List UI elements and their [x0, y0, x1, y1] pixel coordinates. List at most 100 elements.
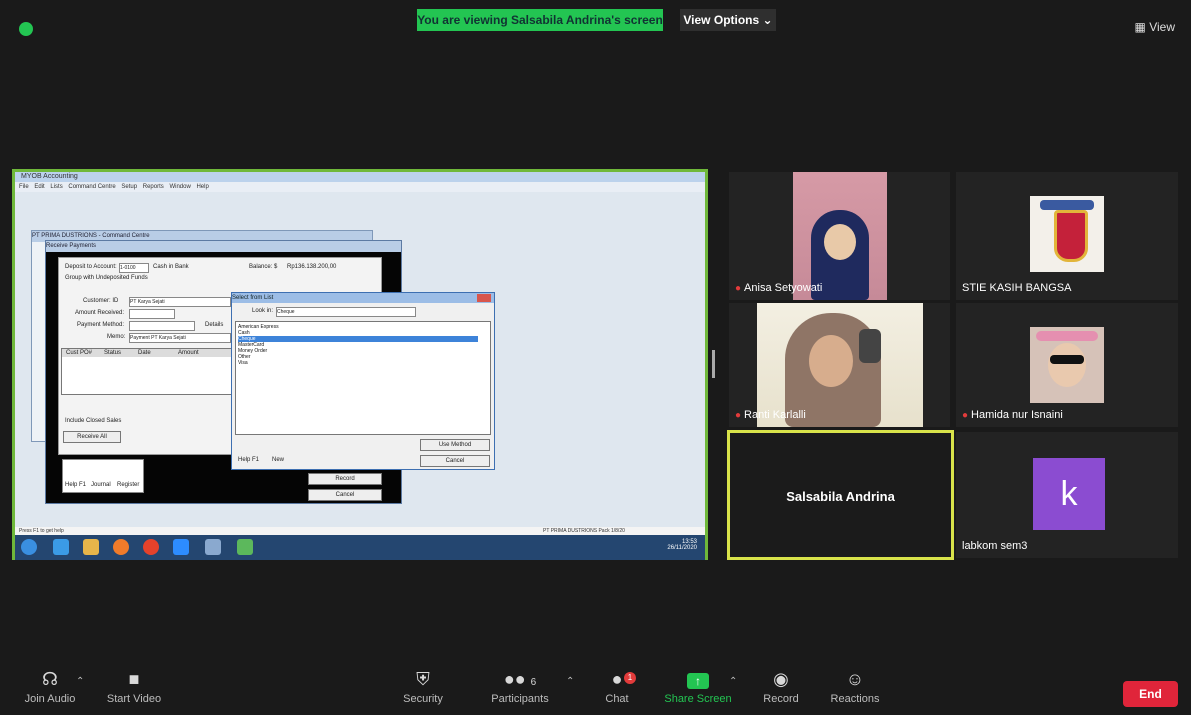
menu-setup[interactable]: Setup [121, 184, 137, 190]
details-button[interactable]: Details [205, 322, 223, 328]
include-closed-checkbox[interactable]: Include Closed Sales [65, 418, 121, 424]
participants-count: 6 [530, 677, 537, 688]
record-button[interactable]: Record [308, 473, 382, 485]
folder-icon[interactable] [83, 539, 99, 555]
app-title: MYOB Accounting [21, 173, 78, 180]
myob-icon[interactable] [205, 539, 221, 555]
amount-field[interactable] [129, 309, 175, 319]
customer-label: Customer: ID [83, 298, 119, 304]
undeposited-checkbox-label[interactable]: Group with Undeposited Funds [65, 275, 148, 281]
chat-button[interactable]: ● Chat [575, 668, 659, 705]
zoom-icon[interactable] [173, 539, 189, 555]
dialog-cancel-button[interactable]: Cancel [420, 455, 490, 467]
look-in-field[interactable]: Cheque [276, 307, 416, 317]
memo-label: Memo: [107, 334, 126, 340]
grid-col-status: Status [104, 350, 122, 356]
view-label: View [1149, 20, 1175, 34]
participant-video [793, 172, 887, 300]
select-from-list-dialog[interactable]: Select from List Look in: Cheque America… [231, 292, 495, 470]
shared-screen[interactable]: MYOB Accounting File Edit Lists Command … [12, 169, 708, 560]
video-tile-anisa[interactable]: ● Anisa Setyowati [729, 172, 950, 300]
mic-muted-icon: ● [735, 410, 742, 421]
participant-name: Salsabila Andrina [786, 489, 895, 504]
memo-field[interactable]: Payment PT Karya Sejati [129, 333, 231, 343]
start-video-button[interactable]: ■ Start Video [92, 668, 176, 705]
payment-method-list[interactable]: American Express Cash Cheque MasterCard … [235, 321, 491, 435]
menu-edit[interactable]: Edit [34, 184, 44, 190]
receive-toolbar: Help F1 Journal Register [62, 459, 144, 493]
deposit-account-name: Cash in Bank [153, 264, 189, 270]
participants-label: Participants [491, 693, 549, 705]
meeting-toolbar: ☊ Join Audio ⌃ ■ Start Video ⛨ Security … [0, 660, 1191, 715]
media-player-icon[interactable] [113, 539, 129, 555]
view-toggle-button[interactable]: ▦ View [1135, 20, 1175, 34]
close-icon[interactable] [477, 294, 491, 302]
video-tile-salsabila-active[interactable]: Salsabila Andrina [727, 430, 954, 560]
deposit-account-field[interactable]: 1-0100 [119, 263, 149, 273]
chat-unread-badge: 1 [624, 672, 636, 684]
menu-file[interactable]: File [19, 184, 29, 190]
menu-window[interactable]: Window [169, 184, 190, 190]
receive-all-button[interactable]: Receive All [63, 431, 121, 443]
menu-command-centre[interactable]: Command Centre [68, 184, 115, 190]
participant-name: ● Anisa Setyowati [735, 282, 823, 294]
participant-name: ● Ranti Karlalli [735, 409, 806, 421]
participant-name: STIE KASIH BANGSA [962, 282, 1072, 294]
payment-method-field[interactable] [129, 321, 195, 331]
security-button[interactable]: ⛨ Security [381, 668, 465, 705]
smiley-add-icon: ☺ [845, 669, 865, 689]
dialog-new-button[interactable]: New [272, 457, 284, 463]
view-options-button[interactable]: View Options ⌄ [680, 9, 776, 31]
customer-field[interactable]: PT Karya Sejati [129, 297, 231, 307]
grid-col-date: Date [138, 350, 151, 356]
grid-col-cust-po: Cust PO# [66, 350, 93, 356]
grid-icon: ▦ [1134, 20, 1146, 34]
share-screen-button[interactable]: ↑ Share Screen [656, 668, 740, 705]
app-icon[interactable] [237, 539, 253, 555]
participants-caret-icon[interactable]: ⌃ [566, 676, 574, 687]
participant-name: ● Hamida nur Isnaini [962, 409, 1063, 421]
audio-options-caret-icon[interactable]: ⌃ [76, 676, 84, 687]
start-icon[interactable] [21, 539, 37, 555]
participant-name: labkom sem3 [962, 540, 1028, 552]
school-logo [1030, 196, 1104, 272]
video-tile-hamida[interactable]: ● Hamida nur Isnaini [956, 303, 1178, 427]
security-label: Security [403, 693, 443, 705]
chat-bubble-icon: ● [611, 669, 623, 689]
reactions-button[interactable]: ☺ Reactions [813, 668, 897, 705]
share-screen-icon: ↑ [687, 673, 709, 689]
journal-button[interactable]: Journal [91, 482, 111, 488]
video-tile-stie[interactable]: STIE KASIH BANGSA [956, 172, 1178, 300]
payment-method-label: Payment Method: [77, 322, 125, 328]
menu-lists[interactable]: Lists [50, 184, 62, 190]
app-title-bar: MYOB Accounting [15, 172, 705, 182]
menu-reports[interactable]: Reports [143, 184, 164, 190]
encryption-shield-icon[interactable] [19, 22, 33, 36]
menu-help[interactable]: Help [196, 184, 208, 190]
end-meeting-button[interactable]: End [1123, 681, 1178, 707]
record-button[interactable]: ◉ Record [739, 668, 823, 705]
start-video-label: Start Video [106, 693, 162, 705]
join-audio-label: Join Audio [24, 693, 76, 705]
list-item[interactable]: Visa [238, 360, 478, 366]
register-button[interactable]: Register [117, 482, 139, 488]
mic-muted-icon: ● [735, 283, 742, 294]
dialog-help-button[interactable]: Help F1 [238, 457, 259, 463]
use-method-button[interactable]: Use Method [420, 439, 490, 451]
help-button[interactable]: Help F1 [65, 482, 86, 488]
amount-label: Amount Received: [75, 310, 125, 316]
status-left: Press F1 to get help [19, 528, 64, 534]
share-caret-icon[interactable]: ⌃ [729, 676, 737, 687]
firefox-icon[interactable] [143, 539, 159, 555]
look-in-label: Look in: [252, 308, 274, 314]
video-tile-ranti[interactable]: ● Ranti Karlalli [729, 303, 950, 427]
dialog-title: Select from List [232, 293, 494, 303]
balance-value: Rp136.138.200,00 [287, 264, 337, 270]
chat-label: Chat [605, 693, 629, 705]
cancel-button[interactable]: Cancel [308, 489, 382, 501]
participants-icon: ●● 6 [503, 669, 537, 689]
ie-icon[interactable] [53, 539, 69, 555]
participants-button[interactable]: ●● 6 Participants [478, 668, 562, 705]
panel-resize-handle[interactable] [712, 350, 715, 378]
taskbar-clock: 13:53 26/11/2020 [667, 539, 697, 551]
